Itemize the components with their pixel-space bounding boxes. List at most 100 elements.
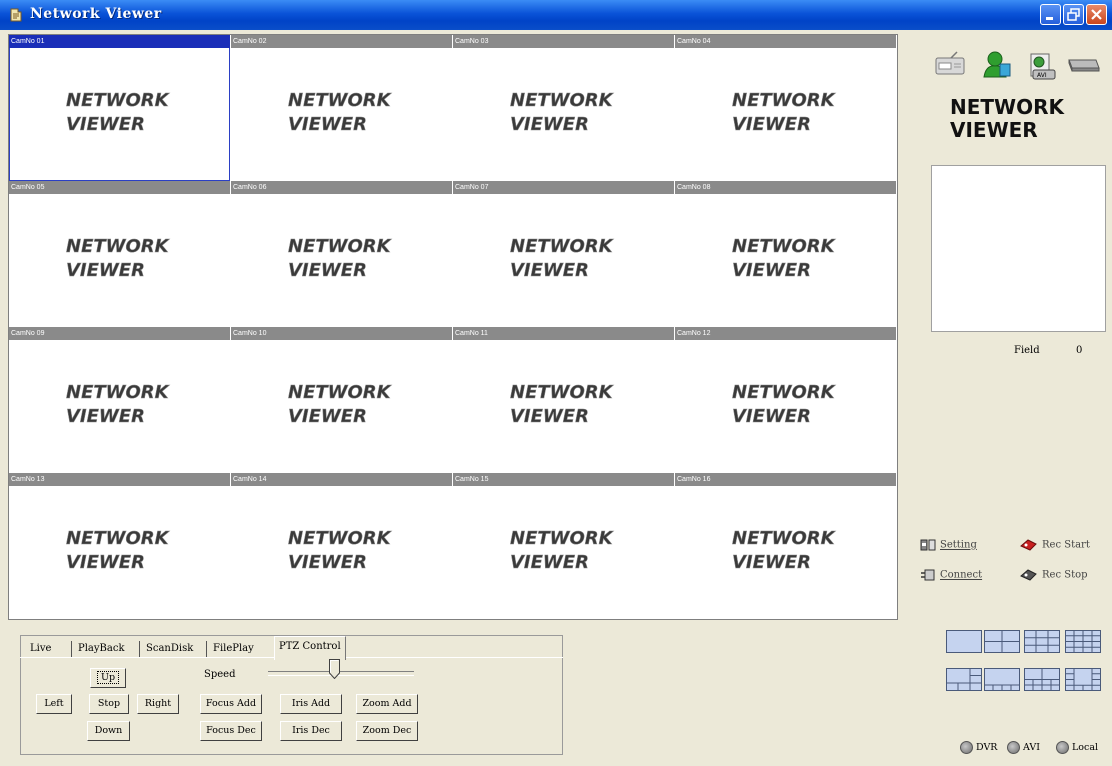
dvr-device-icon[interactable]: [933, 50, 967, 78]
camera-grid: CamNo 01 NETWORK VIEWER CamNo 02 NETWORK VIEW…: [8, 34, 898, 620]
network-viewer-logo: NETWORK VIEWER: [510, 382, 615, 428]
tab-ptz-control[interactable]: PTZ Control: [274, 636, 346, 660]
avi-radio-icon: [1007, 741, 1020, 754]
focus-add-button[interactable]: Focus Add: [200, 694, 262, 714]
ptz-left-button[interactable]: Left: [36, 694, 72, 714]
rec-start-icon: [1020, 539, 1037, 551]
camera-cell[interactable]: CamNo 09 NETWORK VIEWER: [9, 327, 230, 473]
logo-line2: VIEWER: [510, 406, 589, 427]
logo-line2: VIEWER: [66, 552, 145, 573]
zoom-dec-button[interactable]: Zoom Dec: [356, 721, 418, 741]
setting-label: Setting: [940, 539, 977, 551]
tab-scandisk[interactable]: ScanDisk: [142, 639, 197, 659]
camera-cell[interactable]: CamNo 08 NETWORK VIEWER: [675, 181, 896, 327]
camera-label: CamNo 12: [675, 327, 896, 340]
iris-add-button[interactable]: Iris Add: [280, 694, 342, 714]
preview-window: [931, 165, 1106, 332]
logo-line1: NETWORK: [732, 90, 837, 111]
logo-line2: VIEWER: [288, 552, 367, 573]
network-viewer-logo: NETWORK VIEWER: [66, 90, 171, 136]
network-viewer-logo: NETWORK VIEWER: [510, 90, 615, 136]
layout-13-split-button[interactable]: [1065, 668, 1101, 691]
speed-slider-track[interactable]: [268, 671, 414, 676]
camera-cell[interactable]: CamNo 10 NETWORK VIEWER: [231, 327, 452, 473]
layout-16-split-button[interactable]: [1065, 630, 1101, 653]
rec-start-label: Rec Start: [1042, 539, 1090, 551]
network-viewer-logo: NETWORK VIEWER: [288, 528, 393, 574]
layout-6-split-a-button[interactable]: [946, 668, 982, 691]
setting-button[interactable]: Setting: [920, 538, 977, 552]
logo-line1: NETWORK: [288, 528, 393, 549]
camera-cell[interactable]: CamNo 06 NETWORK VIEWER: [231, 181, 452, 327]
avi-label: AVI: [1023, 742, 1041, 753]
camera-cell[interactable]: CamNo 07 NETWORK VIEWER: [453, 181, 674, 327]
logo-line2: VIEWER: [732, 552, 811, 573]
avi-file-icon[interactable]: AVI: [1025, 50, 1059, 82]
logo-line2: VIEWER: [66, 406, 145, 427]
maximize-button[interactable]: [1063, 4, 1084, 25]
ptz-up-label: Up: [96, 671, 120, 684]
dvr-radio-icon: [960, 741, 973, 754]
logo-line1: NETWORK: [288, 382, 393, 403]
camera-cell[interactable]: CamNo 01 NETWORK VIEWER: [9, 35, 230, 181]
dvr-label: DVR: [976, 742, 998, 753]
source-local-radio[interactable]: Local: [1056, 740, 1106, 756]
camera-label: CamNo 07: [453, 181, 674, 194]
camera-cell[interactable]: CamNo 03 NETWORK VIEWER: [453, 35, 674, 181]
logo-line2: VIEWER: [288, 114, 367, 135]
ptz-right-button[interactable]: Right: [137, 694, 179, 714]
layout-9-split-button[interactable]: [1024, 630, 1060, 653]
camera-cell[interactable]: CamNo 05 NETWORK VIEWER: [9, 181, 230, 327]
logo-line2: VIEWER: [288, 260, 367, 281]
logo-line1: NETWORK: [288, 236, 393, 257]
layout-4-split-button[interactable]: [984, 630, 1020, 653]
tab-playback[interactable]: PlayBack: [74, 639, 129, 659]
logo-line2: VIEWER: [732, 114, 811, 135]
logo-line2: VIEWER: [510, 260, 589, 281]
ptz-down-button[interactable]: Down: [87, 721, 130, 741]
camera-cell[interactable]: CamNo 14 NETWORK VIEWER: [231, 473, 452, 619]
connect-icon: [921, 569, 935, 581]
logo-line1: NETWORK: [510, 528, 615, 549]
source-avi-radio[interactable]: AVI: [1007, 740, 1040, 756]
local-label: Local: [1072, 742, 1099, 753]
layout-1-split-button[interactable]: [946, 630, 982, 653]
focus-dec-button[interactable]: Focus Dec: [200, 721, 262, 741]
user-icon[interactable]: [980, 50, 1014, 80]
ptz-stop-button[interactable]: Stop: [89, 694, 129, 714]
speed-slider-thumb[interactable]: [328, 659, 340, 679]
ptz-up-button[interactable]: Up: [90, 668, 126, 688]
camera-label: CamNo 02: [231, 35, 452, 48]
zoom-add-button[interactable]: Zoom Add: [356, 694, 418, 714]
rec-stop-button[interactable]: Rec Stop: [1020, 568, 1088, 582]
close-button[interactable]: [1086, 4, 1107, 25]
camera-label: CamNo 16: [675, 473, 896, 486]
rec-start-button[interactable]: Rec Start: [1020, 538, 1090, 552]
minimize-button[interactable]: [1040, 4, 1061, 25]
logo-line1: NETWORK: [66, 90, 171, 111]
logo-line2: VIEWER: [66, 114, 145, 135]
camera-cell[interactable]: CamNo 04 NETWORK VIEWER: [675, 35, 896, 181]
layout-6-split-b-button[interactable]: [984, 668, 1020, 691]
camera-cell[interactable]: CamNo 02 NETWORK VIEWER: [231, 35, 452, 181]
camera-cell[interactable]: CamNo 13 NETWORK VIEWER: [9, 473, 230, 619]
logo-line1: NETWORK: [510, 90, 615, 111]
tab-fileplay[interactable]: FilePlay: [209, 639, 258, 659]
camera-cell[interactable]: CamNo 12 NETWORK VIEWER: [675, 327, 896, 473]
rec-stop-icon: [1020, 569, 1037, 581]
hard-disk-icon[interactable]: [1066, 50, 1102, 76]
camera-label: CamNo 08: [675, 181, 896, 194]
camera-label: CamNo 05: [9, 181, 230, 194]
camera-cell[interactable]: CamNo 15 NETWORK VIEWER: [453, 473, 674, 619]
tab-live[interactable]: Live: [26, 639, 55, 659]
brand-logo: NETWORK VIEWER: [950, 96, 1064, 142]
camera-label: CamNo 13: [9, 473, 230, 486]
connect-button[interactable]: Connect: [920, 568, 982, 582]
iris-dec-button[interactable]: Iris Dec: [280, 721, 342, 741]
camera-cell[interactable]: CamNo 16 NETWORK VIEWER: [675, 473, 896, 619]
camera-cell[interactable]: CamNo 11 NETWORK VIEWER: [453, 327, 674, 473]
source-dvr-radio[interactable]: DVR: [960, 740, 997, 756]
layout-8-split-button[interactable]: [1024, 668, 1060, 691]
logo-line2: VIEWER: [66, 260, 145, 281]
brand-line2: VIEWER: [950, 118, 1038, 142]
